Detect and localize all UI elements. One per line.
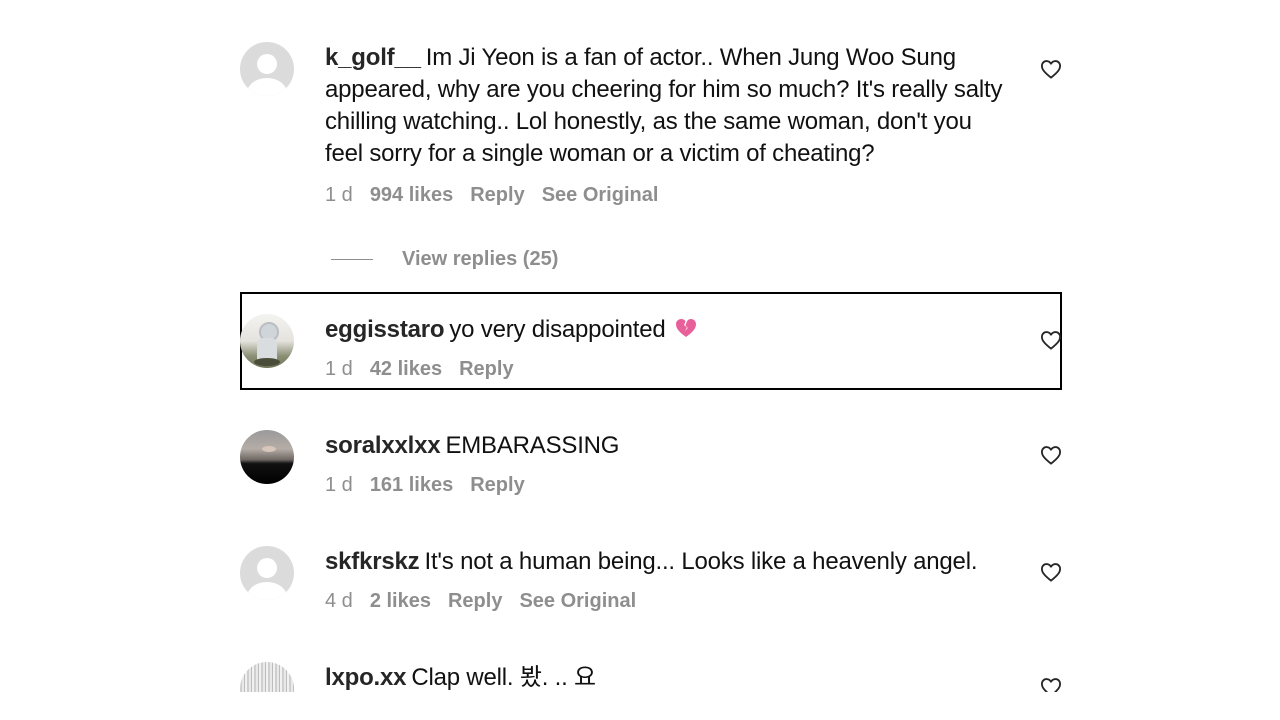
comment-age: 4 d (325, 590, 353, 612)
comment-username[interactable]: lxpo.xx (325, 664, 407, 691)
likes-count[interactable]: 994 likes (370, 184, 453, 206)
comment-meta: 4 d 2 likes Reply See Original (325, 588, 1015, 614)
see-original-button[interactable]: See Original (542, 184, 659, 206)
reply-button[interactable]: Reply (448, 590, 502, 612)
view-replies-label: View replies (25) (402, 247, 559, 270)
comment-text: k_golf__ Im Ji Yeon is a fan of actor.. W… (325, 42, 1015, 170)
reply-button[interactable]: Reply (459, 358, 513, 380)
reply-button[interactable]: Reply (470, 184, 524, 206)
avatar[interactable] (240, 546, 294, 600)
comment-text: eggisstaro yo very disappointed (325, 314, 1015, 346)
comment-text: lxpo.xx Clap well. 봤. .. 요 (325, 662, 1015, 692)
comments-viewport: k_golf__ Im Ji Yeon is a fan of actor.. W… (0, 0, 1280, 720)
like-heart-icon[interactable] (1040, 562, 1062, 582)
comments-list: k_golf__ Im Ji Yeon is a fan of actor.. W… (0, 0, 1280, 692)
comment-age: 1 d (325, 474, 353, 496)
comment-username[interactable]: k_golf__ (325, 44, 421, 71)
comment-username[interactable]: skfkrskz (325, 548, 420, 575)
comment-body: Clap well. 봤. .. 요 (411, 664, 596, 691)
comment-meta: 1 d 161 likes Reply (325, 472, 1015, 498)
likes-count[interactable]: 42 likes (370, 358, 442, 380)
likes-count[interactable]: 161 likes (370, 474, 453, 496)
like-heart-icon[interactable] (1040, 677, 1062, 692)
reply-button[interactable]: Reply (470, 474, 524, 496)
comment-text: soralxxlxx EMBARASSING (325, 430, 1015, 462)
comment-username[interactable]: eggisstaro (325, 316, 445, 343)
avatar[interactable] (240, 42, 294, 96)
comment-meta: 1 d 994 likes Reply See Original (325, 182, 1015, 208)
likes-count[interactable]: 2 likes (370, 590, 431, 612)
like-heart-icon[interactable] (1040, 330, 1062, 350)
avatar[interactable] (240, 430, 294, 484)
comment-body: Im Ji Yeon is a fan of actor.. When Jung… (325, 44, 1003, 167)
comment-body: EMBARASSING (445, 432, 620, 459)
comment-username[interactable]: soralxxlxx (325, 432, 441, 459)
broken-heart-icon (674, 316, 698, 340)
comment-body: yo very disappointed (449, 316, 666, 343)
see-original-button[interactable]: See Original (519, 590, 636, 612)
avatar[interactable] (240, 662, 294, 692)
comment-body: It's not a human being... Looks like a h… (424, 548, 978, 575)
like-heart-icon[interactable] (1040, 445, 1062, 465)
comment-text: skfkrskz It's not a human being... Looks … (325, 546, 1015, 578)
avatar[interactable] (240, 314, 294, 368)
comment-age: 1 d (325, 358, 353, 380)
comment-meta: 1 d 42 likes Reply (325, 356, 1015, 382)
like-heart-icon[interactable] (1040, 59, 1062, 79)
comment-age: 1 d (325, 184, 353, 206)
replies-divider (331, 258, 373, 260)
view-replies-button[interactable]: View replies (25) (331, 246, 558, 272)
